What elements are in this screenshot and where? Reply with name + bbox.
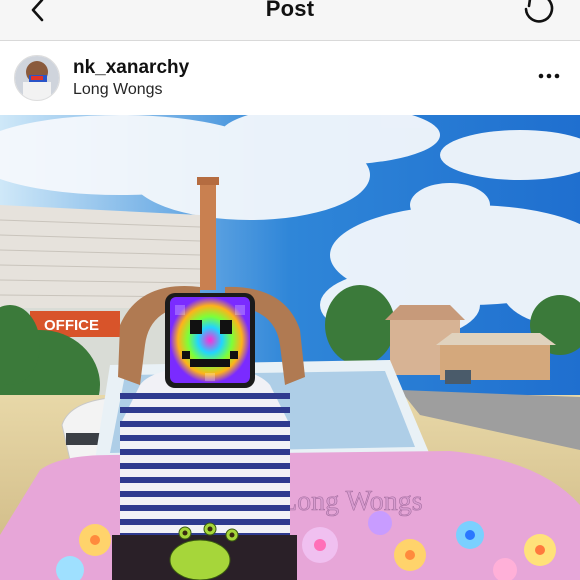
avatar[interactable]: [14, 55, 60, 101]
post-photo[interactable]: OFFICE Long Wongs: [0, 115, 580, 580]
more-horizontal-icon: [538, 73, 560, 79]
car-lettering: Long Wongs: [280, 486, 423, 517]
username-link[interactable]: nk_xanarchy: [73, 57, 189, 79]
post-image: OFFICE Long Wongs: [0, 115, 580, 580]
avatar-photo: [15, 56, 59, 100]
refresh-icon: [524, 0, 554, 23]
post-header: nk_xanarchy Long Wongs: [0, 41, 580, 115]
location-link[interactable]: Long Wongs: [73, 81, 163, 99]
top-navigation-bar: Post: [0, 0, 580, 41]
refresh-button[interactable]: [518, 0, 558, 28]
more-options-button[interactable]: [536, 63, 562, 89]
page-title: Post: [265, 0, 315, 21]
